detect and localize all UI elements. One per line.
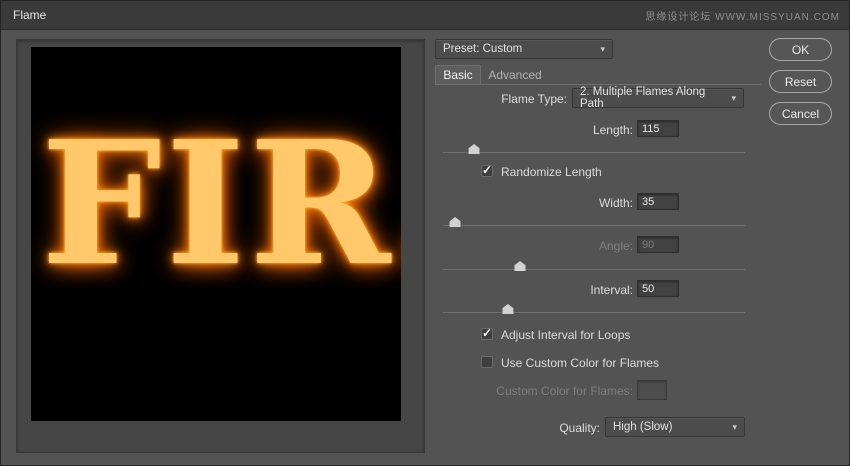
angle-slider-thumb[interactable]	[514, 261, 526, 271]
length-slider-thumb[interactable]	[468, 144, 480, 154]
interval-label: Interval:	[590, 283, 633, 297]
width-label: Width:	[598, 196, 633, 210]
tab-advanced[interactable]: Advanced	[481, 65, 549, 84]
cancel-button[interactable]: Cancel	[769, 102, 832, 125]
controls-panel: Preset: Custom ▾ Basic Advanced Flame Ty…	[435, 39, 761, 449]
adjust-interval-label: Adjust Interval for Loops	[501, 328, 631, 342]
preset-dropdown-value: Preset: Custom	[443, 43, 523, 55]
length-slider[interactable]	[443, 143, 745, 155]
chevron-down-icon: ▾	[731, 92, 736, 103]
quality-dropdown-value: High (Slow)	[613, 421, 673, 433]
tab-underline	[435, 84, 761, 85]
preview-canvas: FIR..	[31, 47, 401, 421]
angle-slider[interactable]	[443, 260, 745, 272]
ok-button[interactable]: OK	[769, 38, 832, 61]
use-custom-color-label: Use Custom Color for Flames	[501, 356, 660, 370]
quality-label: Quality:	[559, 421, 600, 435]
flame-type-label: Flame Type:	[501, 92, 567, 106]
reset-button[interactable]: Reset	[769, 70, 832, 93]
dialog-title: Flame	[13, 8, 47, 22]
adjust-interval-checkbox[interactable]	[481, 326, 493, 340]
width-slider-track[interactable]	[443, 225, 745, 226]
use-custom-color-checkbox[interactable]	[481, 356, 493, 368]
tab-basic-label: Basic	[443, 68, 473, 82]
interval-slider-thumb[interactable]	[502, 304, 514, 314]
angle-label: Angle:	[598, 239, 633, 253]
flame-preview-text: FIR..	[41, 104, 401, 304]
length-label: Length:	[592, 123, 633, 137]
watermark-text: 思缘设计论坛 WWW.MISSYUAN.COM	[645, 12, 840, 23]
interval-slider[interactable]	[443, 303, 745, 315]
chevron-down-icon: ▾	[732, 421, 737, 432]
angle-slider-track[interactable]	[443, 269, 745, 270]
custom-color-label: Custom Color for Flames:	[496, 384, 633, 398]
width-slider[interactable]	[443, 216, 745, 228]
preset-dropdown[interactable]: Preset: Custom ▾	[435, 39, 613, 59]
flame-dialog: Flame 思缘设计论坛 WWW.MISSYUAN.COM FIR.. Pres…	[0, 0, 850, 466]
chevron-down-icon: ▾	[600, 43, 605, 54]
interval-slider-track[interactable]	[443, 312, 745, 313]
interval-input[interactable]	[637, 280, 679, 297]
angle-input	[637, 236, 679, 253]
tab-basic[interactable]: Basic	[435, 65, 481, 84]
width-input[interactable]	[637, 193, 679, 210]
length-input[interactable]	[637, 120, 679, 137]
custom-color-swatch	[637, 380, 667, 400]
flame-type-dropdown[interactable]: 2. Multiple Flames Along Path ▾	[572, 86, 744, 110]
width-slider-thumb[interactable]	[449, 217, 461, 227]
quality-dropdown[interactable]: High (Slow) ▾	[605, 417, 745, 437]
tab-advanced-label: Advanced	[488, 67, 542, 82]
randomize-length-label: Randomize Length	[501, 165, 602, 179]
length-slider-track[interactable]	[443, 152, 745, 153]
randomize-length-checkbox[interactable]	[481, 163, 493, 177]
preview-panel: FIR..	[16, 39, 425, 453]
flame-type-dropdown-value: 2. Multiple Flames Along Path	[580, 86, 706, 110]
